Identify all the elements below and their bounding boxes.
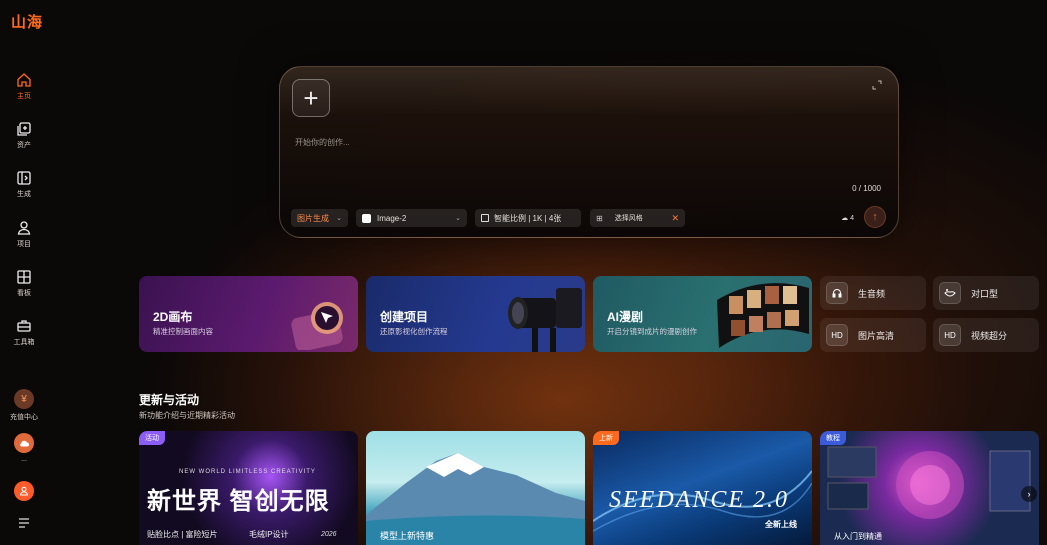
- banner-headline: SEEDANCE 2.0: [609, 487, 789, 513]
- sidebar-item-label: 看板: [17, 290, 31, 297]
- yuan-icon: ¥: [14, 389, 34, 409]
- sidebar-item-label: 生成: [17, 191, 31, 198]
- tool-label: 生音频: [858, 288, 886, 299]
- hd-video-icon: HD: [939, 324, 961, 346]
- sidebar-item-toolbox[interactable]: 工具箱: [0, 318, 48, 347]
- chevron-down-icon: ⌄: [336, 215, 342, 222]
- assets-icon: [17, 122, 31, 136]
- sidebar: 山海 主页 资产 生成 项目 看板 工具箱 ¥ 充值中心 ...: [0, 0, 48, 545]
- sidebar-item-label: 资产: [17, 142, 31, 149]
- banner-year: 2026: [321, 531, 337, 538]
- chevron-down-icon: ⌄: [455, 215, 461, 222]
- banner-kicker: NEW WORLD LIMITLESS CREATIVITY: [179, 469, 316, 475]
- style-select[interactable]: ⊞ 选择风格 ✕: [590, 209, 685, 227]
- camera-icon: [508, 288, 582, 352]
- banner-tag: 活动: [139, 431, 165, 445]
- sidebar-item-assets[interactable]: 资产: [0, 121, 48, 150]
- model-icon: [362, 213, 371, 223]
- cloud-icon: [14, 433, 34, 453]
- feature-title: 2D画布: [153, 310, 193, 324]
- feature-title: 创建项目: [380, 310, 429, 324]
- ratio-icon: [481, 214, 489, 222]
- sidebar-item-project[interactable]: 项目: [0, 220, 48, 249]
- ratio-label: 智能比例 | 1K | 4张: [494, 213, 562, 223]
- prompt-box: + 开始你的创作... 0 / 1000 图片生成 ⌄ Image-2 ⌄ 智能…: [279, 66, 899, 238]
- banner-headline: 从入门到精通: [834, 532, 882, 541]
- banner-model-promo[interactable]: 模型上新特惠: [366, 431, 585, 545]
- close-icon[interactable]: ✕: [671, 213, 679, 224]
- feature-ai-comic[interactable]: AI漫剧 开启分镜到成片的漫剧创作: [593, 276, 812, 352]
- menu-button[interactable]: [0, 516, 48, 530]
- film-strip-icon: [717, 283, 809, 348]
- cursor-icon: [291, 302, 343, 350]
- model-label: Image-2: [377, 213, 407, 223]
- carousel-next-button[interactable]: ›: [1021, 486, 1037, 502]
- grid-icon: ⊞: [596, 213, 603, 223]
- lip-sync-icon: [939, 282, 961, 304]
- hd-icon: HD: [826, 324, 848, 346]
- banner-seedance[interactable]: 上新 SEEDANCE 2.0 全新上线: [593, 431, 812, 545]
- feature-subtitle: 开启分镜到成片的漫剧创作: [607, 327, 697, 336]
- sidebar-item-home[interactable]: 主页: [0, 72, 48, 101]
- sidebar-item-label: 主页: [17, 93, 31, 100]
- add-reference-button[interactable]: +: [292, 79, 330, 117]
- prompt-input[interactable]: 开始你的创作...: [295, 137, 350, 148]
- credit-count: 4: [850, 215, 854, 222]
- menu-icon: [19, 518, 29, 528]
- banner-headline: 模型上新特惠: [380, 531, 435, 541]
- tool-lip-sync[interactable]: 对口型: [933, 276, 1039, 310]
- more-label: ...: [21, 456, 27, 463]
- more-button[interactable]: ...: [0, 433, 48, 463]
- chevron-right-icon: ›: [1027, 489, 1031, 499]
- recharge-label: 充值中心: [10, 414, 38, 421]
- tool-label: 对口型: [971, 288, 999, 299]
- banner-line1: 贴脸比点 | 富险短片: [147, 530, 218, 539]
- cloud-icon: ☁: [841, 215, 849, 222]
- feature-2d-canvas[interactable]: 2D画布 精准控制画面内容: [139, 276, 358, 352]
- plus-icon: +: [303, 82, 319, 113]
- send-button[interactable]: ↑: [864, 206, 886, 228]
- feature-create-project[interactable]: 创建项目 还原影视化创作流程: [366, 276, 585, 352]
- arrow-up-icon: ↑: [872, 211, 878, 223]
- char-counter: 0 / 1000: [852, 184, 881, 193]
- feature-subtitle: 精准控制画面内容: [153, 327, 213, 336]
- tool-label: 图片高清: [858, 330, 895, 341]
- monitor-illustration: [827, 446, 1031, 519]
- project-icon: [17, 221, 31, 235]
- mountain-illustration: [366, 453, 585, 545]
- expand-icon[interactable]: [872, 80, 882, 90]
- sidebar-item-label: 工具箱: [13, 339, 35, 346]
- model-select[interactable]: Image-2 ⌄: [356, 209, 467, 227]
- ratio-select[interactable]: 智能比例 | 1K | 4张: [475, 209, 581, 227]
- banner-headline: 新世界 智创无限: [147, 488, 330, 515]
- banner-tutorial[interactable]: 教程 从入门到精通: [820, 431, 1039, 545]
- style-label: 选择风格: [614, 215, 643, 222]
- feature-title: AI漫剧: [607, 310, 644, 324]
- banner-line2: 毛绒IP设计: [249, 530, 289, 539]
- headphone-icon: [826, 282, 848, 304]
- banner-event[interactable]: 活动 NEW WORLD LIMITLESS CREATIVITY 新世界 智创…: [139, 431, 358, 545]
- app-logo[interactable]: 山海: [11, 11, 43, 32]
- toolbox-icon: [17, 320, 31, 332]
- sidebar-item-board[interactable]: 看板: [0, 269, 48, 298]
- tool-video-upscale[interactable]: HD 视频超分: [933, 318, 1039, 352]
- banner-line1: 全新上线: [765, 520, 797, 529]
- mode-label: 图片生成: [297, 213, 329, 223]
- tool-image-hd[interactable]: HD 图片高清: [820, 318, 926, 352]
- user-avatar-button[interactable]: [0, 481, 48, 501]
- section-subtitle: 新功能介绍与近期精彩活动: [139, 411, 235, 420]
- recharge-center[interactable]: ¥ 充值中心: [0, 389, 48, 422]
- sidebar-item-label: 项目: [17, 241, 31, 248]
- generate-icon: [17, 171, 31, 185]
- feature-subtitle: 还原影视化创作流程: [380, 327, 448, 336]
- tool-label: 视频超分: [971, 330, 1008, 341]
- tool-audio[interactable]: 生音频: [820, 276, 926, 310]
- credit-indicator: ☁ 4: [841, 214, 854, 222]
- user-icon: [14, 481, 34, 501]
- sidebar-item-generate[interactable]: 生成: [0, 170, 48, 199]
- section-title: 更新与活动: [139, 393, 200, 407]
- home-icon: [17, 73, 31, 87]
- board-icon: [17, 270, 31, 284]
- mode-select[interactable]: 图片生成 ⌄: [291, 209, 348, 227]
